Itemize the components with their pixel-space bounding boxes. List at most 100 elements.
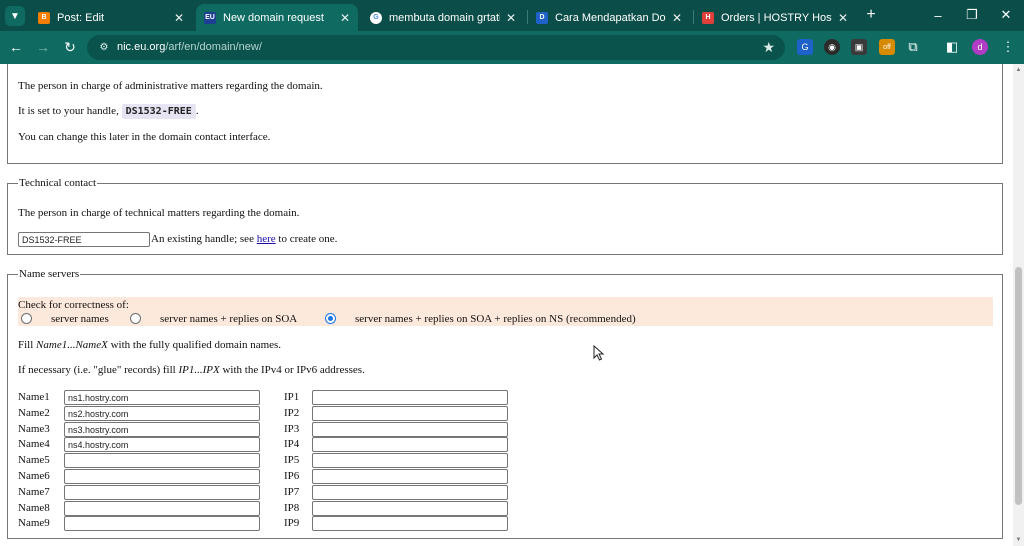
nameserver-input[interactable] bbox=[64, 453, 260, 468]
browser-tab[interactable]: D Cara Mendapatkan Domain ✕ bbox=[528, 4, 690, 31]
tab-separator bbox=[693, 10, 694, 24]
nameserver-input[interactable] bbox=[64, 422, 260, 437]
nameserver-label: Name1 bbox=[18, 391, 50, 403]
check-label: Check for correctness of: bbox=[18, 299, 129, 311]
google-icon: G bbox=[370, 11, 382, 24]
mouse-cursor-icon bbox=[593, 345, 605, 361]
nameserver-input[interactable] bbox=[64, 485, 260, 500]
forward-button[interactable]: → bbox=[33, 37, 53, 57]
admin-description: The person in charge of administrative m… bbox=[18, 80, 323, 92]
reload-icon: ↻ bbox=[64, 38, 76, 55]
page-viewport: The person in charge of administrative m… bbox=[0, 64, 1013, 546]
admin-handle-prefix: It is set to your handle, bbox=[18, 105, 119, 117]
nameserver-label: Name4 bbox=[18, 438, 50, 450]
plus-icon: + bbox=[866, 6, 876, 23]
tab-close-icon[interactable]: ✕ bbox=[174, 11, 184, 25]
puzzle-extensions-icon[interactable]: ⧉ bbox=[905, 39, 921, 55]
nameserver-input[interactable] bbox=[64, 501, 260, 516]
browser-tab[interactable]: H Orders | HOSTRY Hosting Se ✕ bbox=[694, 4, 856, 31]
address-bar[interactable]: ⚙ nic.eu.org/arf/en/domain/new/ ★ bbox=[87, 35, 785, 60]
discount-extension-icon[interactable]: off bbox=[879, 39, 895, 55]
tab-title: New domain request bbox=[223, 11, 324, 24]
kebab-menu-icon[interactable]: ⋮ bbox=[1000, 39, 1016, 55]
radio-ns-recommended[interactable] bbox=[325, 313, 336, 324]
nameserver-input[interactable] bbox=[64, 469, 260, 484]
tab-title: Cara Mendapatkan Domain bbox=[555, 11, 666, 24]
radio-label-server-names: server names bbox=[51, 313, 109, 325]
glue-em: IP1...IPX bbox=[178, 364, 220, 376]
ip-input[interactable] bbox=[312, 453, 508, 468]
fill-suffix: with the fully qualified domain names. bbox=[110, 339, 282, 351]
radio-soa[interactable] bbox=[130, 313, 141, 324]
url-host: nic.eu.org bbox=[117, 41, 166, 53]
nameserver-label: Name5 bbox=[18, 454, 50, 466]
speed-extension-icon[interactable]: ◉ bbox=[824, 39, 840, 55]
ip-label: IP2 bbox=[284, 407, 300, 419]
profile-avatar[interactable]: d bbox=[972, 39, 988, 55]
ip-input[interactable] bbox=[312, 469, 508, 484]
ip-label: IP3 bbox=[284, 423, 300, 435]
browser-tab[interactable]: Gmembuta domain grtatis di ✕ bbox=[362, 4, 524, 31]
tab-title: membuta domain grtatis di bbox=[389, 11, 500, 24]
radio-label-ns-recommended: server names + replies on SOA + replies … bbox=[355, 313, 636, 325]
bookmark-star-icon[interactable]: ★ bbox=[762, 39, 775, 56]
nameserver-input[interactable] bbox=[64, 390, 260, 405]
nameserver-label: Name9 bbox=[18, 517, 50, 529]
eu-flag-icon: EU bbox=[204, 11, 216, 24]
fill-prefix: Fill bbox=[18, 339, 34, 351]
profile-initial: d bbox=[977, 42, 983, 52]
browser-tab[interactable]: B Post: Edit ✕ bbox=[30, 4, 192, 31]
browser-toolbar: ← → ↻ ⚙ nic.eu.org/arf/en/domain/new/ ★ … bbox=[0, 31, 1024, 64]
radio-label-soa: server names + replies on SOA bbox=[160, 313, 298, 325]
ip-label: IP5 bbox=[284, 454, 300, 466]
name-servers-legend: Name servers bbox=[18, 268, 81, 281]
minimize-icon: – bbox=[934, 7, 942, 23]
close-window-button[interactable]: ✕ bbox=[992, 5, 1020, 25]
browser-tab[interactable]: EU New domain request ✕ bbox=[196, 4, 358, 31]
ip-input[interactable] bbox=[312, 437, 508, 452]
ip-input[interactable] bbox=[312, 422, 508, 437]
tab-close-icon[interactable]: ✕ bbox=[506, 11, 516, 25]
ip-input[interactable] bbox=[312, 406, 508, 421]
admin-handle-line: It is set to your handle, DS1532-FREE. bbox=[18, 104, 199, 119]
site-info-icon[interactable]: ⚙ bbox=[97, 40, 111, 54]
minimize-button[interactable]: – bbox=[924, 5, 952, 25]
ip-input[interactable] bbox=[312, 516, 508, 531]
create-handle-link[interactable]: here bbox=[257, 233, 276, 245]
tab-search-button[interactable]: ▼ bbox=[5, 6, 25, 26]
admin-change-note: You can change this later in the domain … bbox=[18, 131, 271, 143]
scrollbar-thumb[interactable] bbox=[1015, 267, 1022, 505]
admin-handle-badge: DS1532-FREE bbox=[121, 104, 196, 119]
arrow-right-icon: → bbox=[36, 39, 50, 55]
scroll-up-arrow-icon[interactable]: ▲ bbox=[1015, 67, 1022, 73]
nameserver-input[interactable] bbox=[64, 437, 260, 452]
screen-capture-extension-icon[interactable]: ▣ bbox=[851, 39, 867, 55]
nameserver-label: Name6 bbox=[18, 470, 50, 482]
fill-em: Name1...NameX bbox=[36, 339, 108, 351]
scroll-down-arrow-icon[interactable]: ▼ bbox=[1015, 537, 1022, 543]
tab-close-icon[interactable]: ✕ bbox=[340, 11, 350, 25]
new-tab-button[interactable]: + bbox=[862, 6, 880, 24]
ip-label: IP1 bbox=[284, 391, 300, 403]
glue-suffix: with the IPv4 or IPv6 addresses. bbox=[222, 364, 365, 376]
technical-handle-input[interactable] bbox=[18, 232, 150, 247]
ip-input[interactable] bbox=[312, 501, 508, 516]
reload-button[interactable]: ↻ bbox=[60, 37, 80, 57]
radio-server-names[interactable] bbox=[21, 313, 32, 324]
ip-input[interactable] bbox=[312, 485, 508, 500]
ip-input[interactable] bbox=[312, 390, 508, 405]
close-icon: ✕ bbox=[1000, 7, 1012, 22]
side-panel-icon[interactable]: ◧ bbox=[944, 39, 960, 55]
restore-button[interactable]: ❐ bbox=[958, 5, 986, 25]
tab-title: Orders | HOSTRY Hosting Se bbox=[721, 11, 832, 24]
technical-contact-legend: Technical contact bbox=[18, 177, 98, 190]
tab-close-icon[interactable]: ✕ bbox=[838, 11, 848, 25]
nameserver-input[interactable] bbox=[64, 516, 260, 531]
translate-extension-icon[interactable]: G bbox=[797, 39, 813, 55]
hint-suffix: to create one. bbox=[278, 233, 338, 245]
technical-contact-fieldset: Technical contact The person in charge o… bbox=[7, 177, 1003, 255]
nameserver-input[interactable] bbox=[64, 406, 260, 421]
page-scrollbar[interactable]: ▲ ▼ bbox=[1013, 64, 1024, 546]
back-button[interactable]: ← bbox=[6, 37, 26, 57]
tab-close-icon[interactable]: ✕ bbox=[672, 11, 682, 25]
